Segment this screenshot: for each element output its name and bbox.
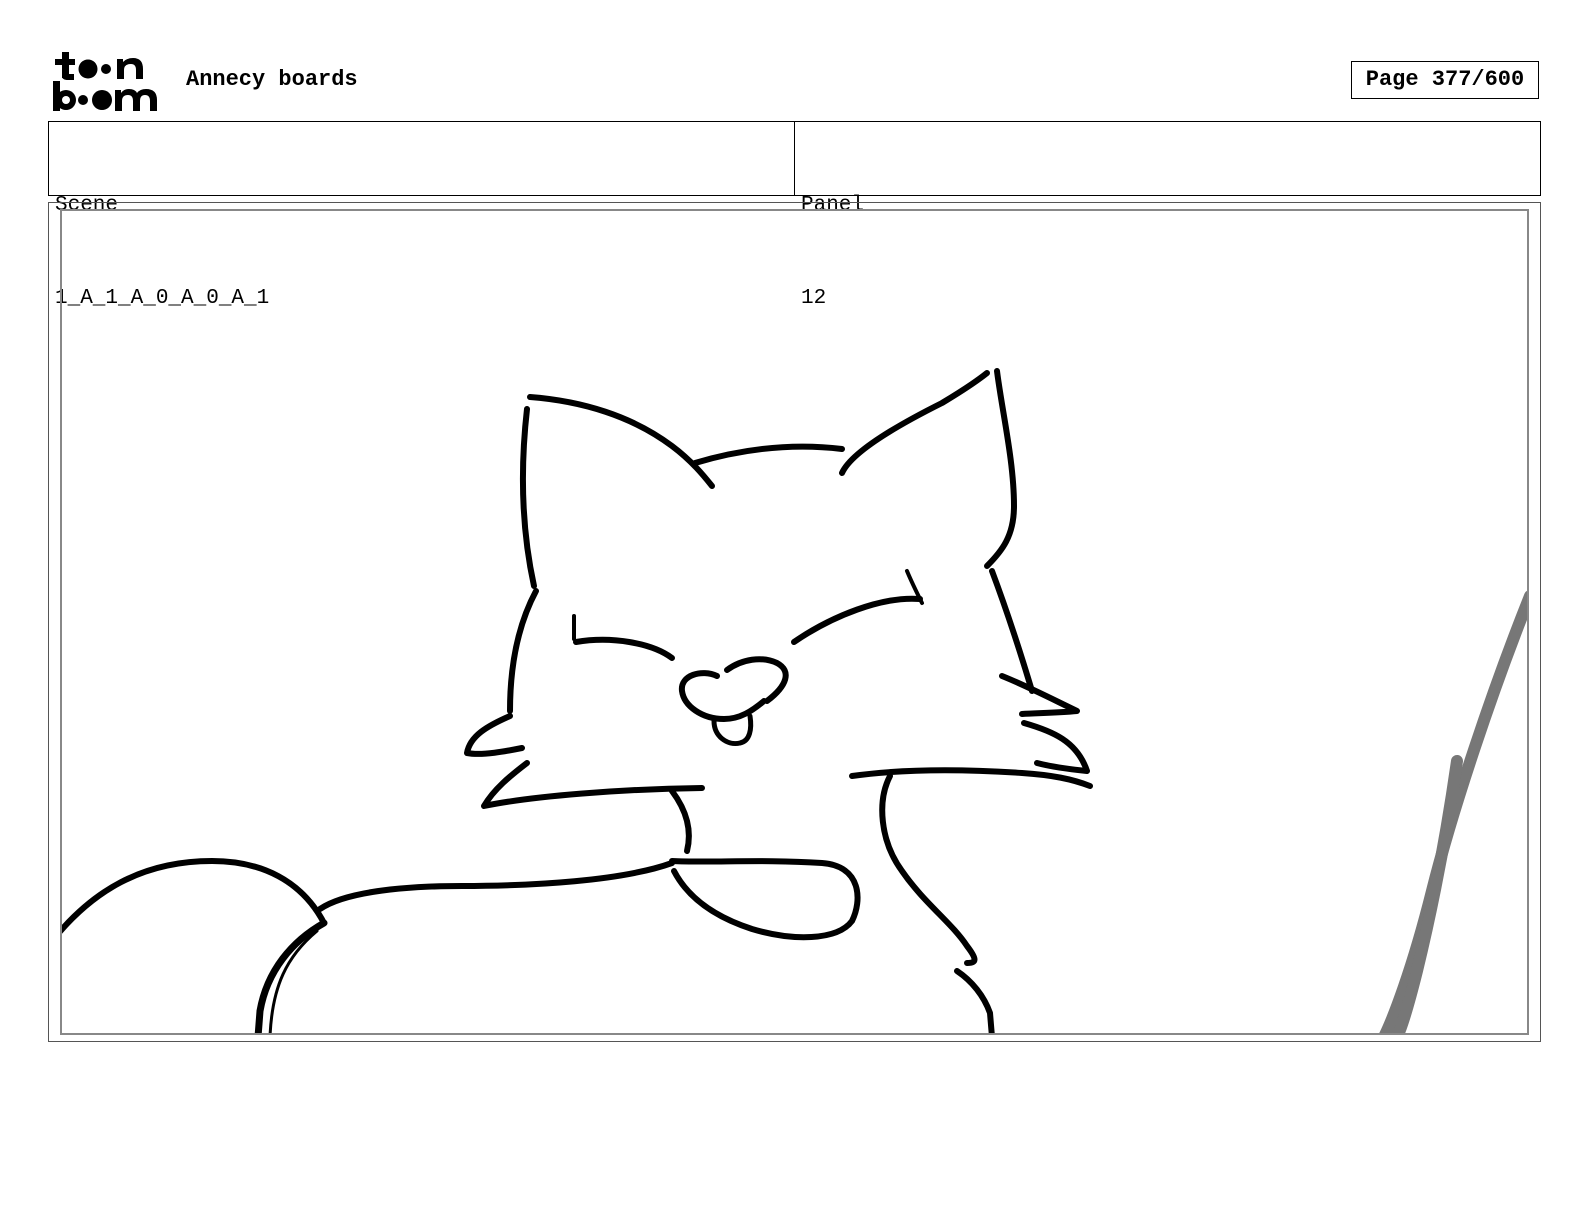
cat-body-right-lower	[954, 968, 995, 1033]
cat-right-cheek	[989, 568, 1035, 694]
scene-panel-info-table: Scene 1_A_1_A_0_A_0_A_1 Panel 12	[48, 121, 1541, 310]
cat-nose-left	[678, 670, 767, 722]
cat-left-eye	[573, 636, 675, 661]
cat-neck-left	[669, 788, 692, 854]
scene-cell: Scene 1_A_1_A_0_A_0_A_1	[49, 122, 794, 310]
storyboard-panel	[60, 209, 1529, 1035]
cat-right-ear-inner	[984, 368, 1017, 569]
grey-stick-long	[1379, 590, 1527, 1033]
page-indicator: Page 377/600	[1351, 61, 1539, 99]
project-title: Annecy boards	[186, 67, 358, 92]
cat-left-whisker-bottom	[481, 760, 705, 809]
toon-boom-logo-graphic	[53, 52, 157, 111]
cat-back	[317, 860, 675, 912]
cat-right-eye	[791, 595, 923, 645]
cat-body-right	[879, 773, 978, 966]
cat-right-ear-outer	[839, 370, 990, 476]
cat-nose-right	[724, 656, 789, 704]
cat-right-whisker-top	[999, 673, 1080, 717]
cat-left-whisker-top	[464, 713, 525, 757]
cat-sketch-drawing	[62, 368, 1527, 1033]
cat-haunch	[254, 919, 328, 1033]
cat-left-cheek	[507, 588, 539, 714]
toon-boom-logo	[50, 48, 166, 114]
cat-head-top	[692, 443, 845, 466]
panel-cell: Panel 12	[794, 122, 1540, 310]
cat-right-whisker-bottom	[1021, 720, 1090, 774]
cat-tail	[62, 858, 327, 934]
cat-left-ear-outer	[527, 394, 715, 489]
cat-collar	[669, 858, 861, 941]
cat-left-ear-inner	[519, 406, 537, 589]
